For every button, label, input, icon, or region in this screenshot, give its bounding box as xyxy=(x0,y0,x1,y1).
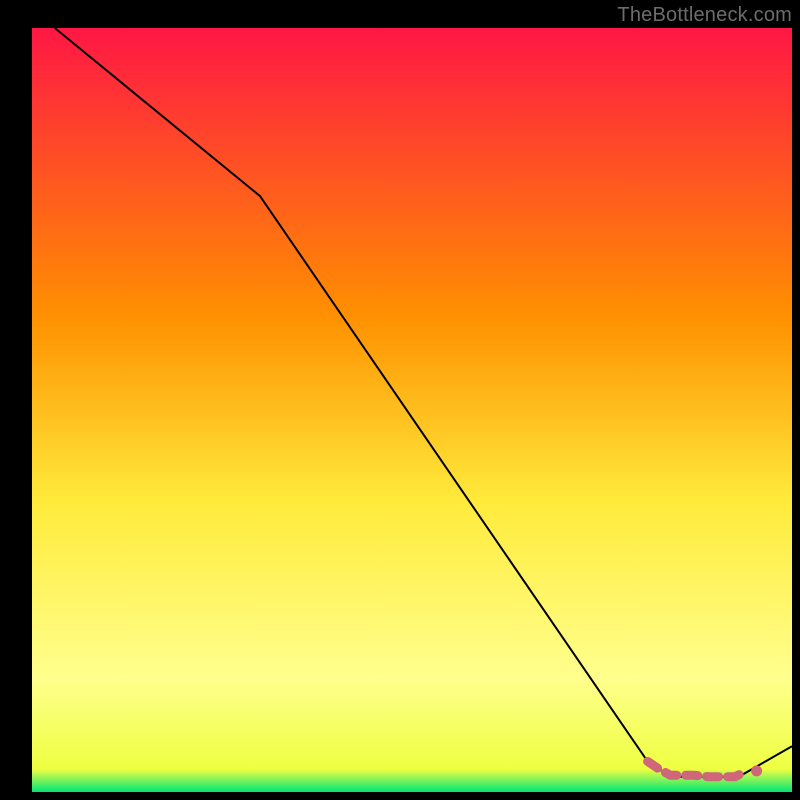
marker-end-dot xyxy=(751,765,762,776)
chart-frame: TheBottleneck.com xyxy=(0,0,800,800)
watermark-text: TheBottleneck.com xyxy=(617,4,792,27)
plot-background xyxy=(32,28,792,792)
chart-svg xyxy=(0,0,800,800)
